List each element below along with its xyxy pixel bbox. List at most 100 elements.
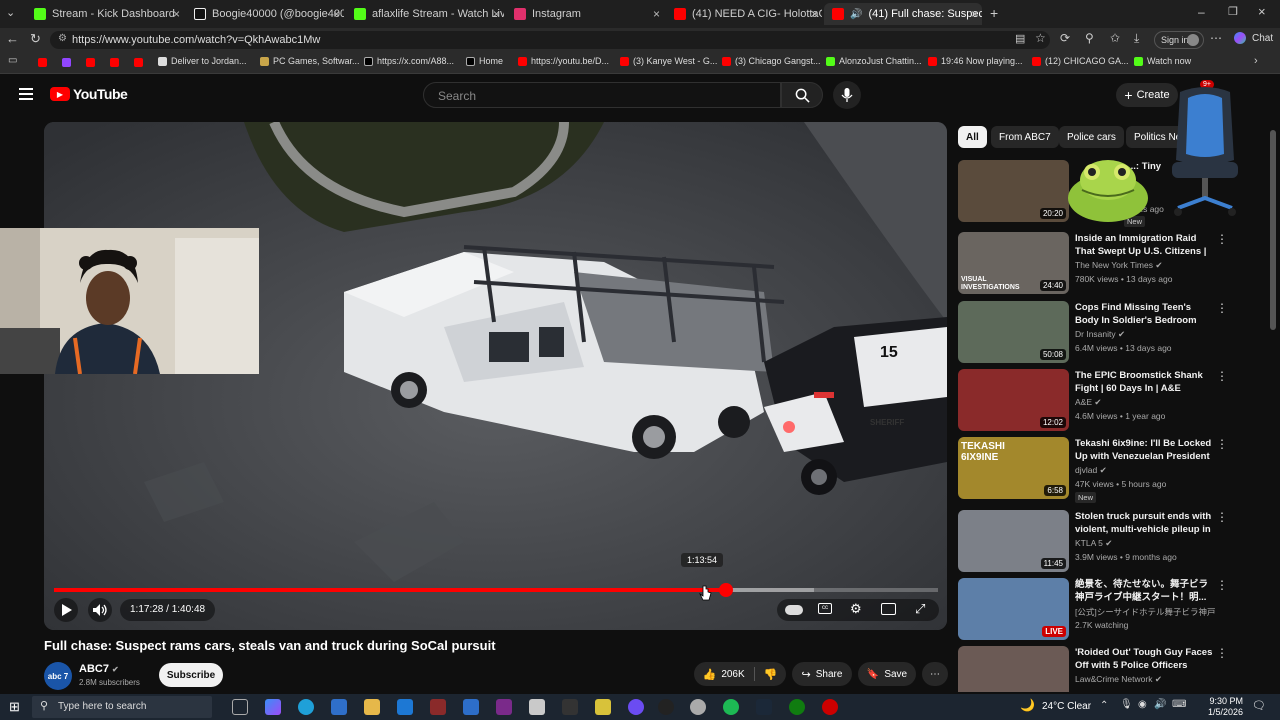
more-options-icon[interactable]: ⋮: [1216, 437, 1228, 451]
notification-center-icon[interactable]: 🗨: [1252, 699, 1266, 712]
game-app-icon[interactable]: [496, 699, 512, 715]
bookmark-watch-now[interactable]: Watch now: [1134, 56, 1191, 66]
youtube-bookmark-icon[interactable]: [38, 58, 47, 67]
recommendation-item[interactable]: 11:45 Stolen truck pursuit ends with vio…: [958, 510, 1270, 574]
search-button[interactable]: [781, 82, 823, 108]
app-icon[interactable]: [628, 699, 644, 715]
share-button[interactable]: ↪ Share: [792, 662, 852, 686]
weather-moon-icon[interactable]: 🌙: [1020, 698, 1035, 712]
bookmark-x-a88[interactable]: https://x.com/A88...: [364, 56, 454, 66]
more-options-icon[interactable]: ⋮: [1216, 369, 1228, 383]
chip-all[interactable]: All: [958, 126, 987, 148]
chip-from-abc7[interactable]: From ABC7: [991, 126, 1059, 148]
bookmark-pc-games[interactable]: PC Games, Softwar...: [260, 56, 360, 66]
app-icon[interactable]: [690, 699, 706, 715]
more-options-icon[interactable]: ⋮: [1216, 578, 1228, 592]
task-view-icon[interactable]: [232, 699, 248, 715]
recommendation-title[interactable]: 'Roided Out' Tough Guy Faces Off with 5 …: [1075, 646, 1215, 672]
recommendation-item[interactable]: TEKASHI 6IX9INE 6:58 Tekashi 6ix9ine: I'…: [958, 437, 1270, 503]
recommendation-title[interactable]: Cops Find Missing Teen's Body In Soldier…: [1075, 301, 1215, 327]
close-icon[interactable]: ×: [333, 7, 340, 21]
twitch-bookmark-icon[interactable]: [62, 58, 71, 67]
spotify-icon[interactable]: [723, 699, 739, 715]
site-info-icon[interactable]: ⚙: [58, 33, 67, 44]
video-thumbnail[interactable]: [958, 646, 1069, 692]
recommendation-channel-row[interactable]: djvlad ✔: [1075, 465, 1107, 476]
bookmark-kanye[interactable]: (3) Kanye West - G...: [620, 56, 717, 66]
refresh-extension-icon[interactable]: ⟳: [1060, 31, 1070, 45]
channel-name-row[interactable]: ABC7 ✔: [79, 663, 119, 675]
youtube-bookmark-icon[interactable]: [134, 58, 143, 67]
network-icon[interactable]: ◉: [1138, 699, 1147, 710]
tab-youtube-full-chase[interactable]: 🔊 (41) Full chase: Suspect rams ×: [824, 3, 982, 25]
video-thumbnail[interactable]: 11:45: [958, 510, 1069, 572]
url-field[interactable]: ⚙ https://www.youtube.com/watch?v=QkhAwa…: [50, 31, 1050, 49]
recommendation-title[interactable]: Tekashi 6ix9ine: I'll Be Locked Up with …: [1075, 437, 1215, 463]
collections-icon[interactable]: ▭: [8, 55, 17, 66]
more-menu-icon[interactable]: ⋯: [1210, 31, 1222, 45]
recommendation-channel-row[interactable]: KTLA 5 ✔: [1075, 538, 1112, 549]
tab-youtube-cig[interactable]: (41) NEED A CIG- HolottaCheese | ×: [666, 3, 822, 25]
miniplayer-icon[interactable]: [881, 603, 896, 615]
chat-label[interactable]: Chat: [1252, 33, 1273, 44]
progress-bar[interactable]: [54, 583, 938, 597]
recommendation-title[interactable]: Inside an Immigration Raid That Swept Up…: [1075, 232, 1215, 258]
more-options-icon[interactable]: ⋮: [1216, 510, 1228, 524]
app-icon[interactable]: [658, 699, 674, 715]
tab-tiktok[interactable]: Boogie40000 (@boogie40000) | Ti ×: [186, 3, 344, 25]
app-icon[interactable]: [595, 699, 611, 715]
subscribe-button[interactable]: Subscribe: [159, 663, 223, 687]
recommendation-item[interactable]: VISUAL INVESTIGATIONS 24:40 Inside an Im…: [958, 232, 1270, 296]
video-thumbnail[interactable]: TEKASHI 6IX9INE 6:58: [958, 437, 1069, 499]
microphone-tray-icon[interactable]: 🎙: [1120, 699, 1133, 710]
recommendation-channel-row[interactable]: [公式]シーサイドホテル舞子ビラ神戸: [1075, 606, 1216, 618]
mail-icon[interactable]: [397, 699, 413, 715]
back-icon[interactable]: ←: [6, 31, 19, 46]
search-input[interactable]: Search: [423, 82, 781, 108]
read-aloud-icon[interactable]: ▤: [1015, 32, 1025, 45]
tray-chevron-icon[interactable]: ⌃: [1100, 700, 1108, 711]
recommendation-channel[interactable]: The New York Times: [1075, 260, 1153, 270]
scrollbar-thumb[interactable]: [1270, 130, 1276, 330]
close-icon[interactable]: ×: [811, 7, 818, 21]
recommendation-title[interactable]: The EPIC Broomstick Shank Fight | 60 Day…: [1075, 369, 1215, 395]
clock-time[interactable]: 9:30 PM: [1207, 696, 1243, 706]
youtube-bookmark-icon[interactable]: [86, 58, 95, 67]
video-thumbnail[interactable]: LIVE: [958, 578, 1069, 640]
video-thumbnail[interactable]: 12:02: [958, 369, 1069, 431]
new-tab-button[interactable]: +: [990, 5, 998, 21]
captions-icon[interactable]: cc: [818, 603, 832, 614]
youtube-logo[interactable]: ▶ YouTube: [50, 86, 128, 102]
app-icon[interactable]: [463, 699, 479, 715]
app-icon[interactable]: [529, 699, 545, 715]
bookmark-x-home[interactable]: Home: [466, 56, 503, 66]
more-options-icon[interactable]: ⋮: [1216, 232, 1228, 246]
recommendation-item[interactable]: 12:02 The EPIC Broomstick Shank Fight | …: [958, 369, 1270, 433]
video-thumbnail[interactable]: 50:08: [958, 301, 1069, 363]
chip-police-cars[interactable]: Police cars: [1059, 126, 1124, 148]
bookmark-youtu-be[interactable]: https://youtu.be/D...: [518, 56, 609, 66]
bookmark-now-playing[interactable]: 19:46 Now playing...: [928, 56, 1023, 66]
autoplay-toggle[interactable]: [785, 605, 803, 615]
close-icon[interactable]: ×: [653, 7, 660, 21]
save-button[interactable]: 🔖 Save: [858, 662, 916, 686]
progress-scrubber[interactable]: [718, 583, 733, 597]
copilot-taskbar-icon[interactable]: [265, 699, 281, 715]
tab-instagram[interactable]: Instagram ×: [506, 3, 664, 25]
tab-aflaxlife-kick[interactable]: aflaxlife Stream - Watch Live on K ×: [346, 3, 504, 25]
game-app-icon[interactable]: [430, 699, 446, 715]
favorites-icon[interactable]: ✩: [1110, 31, 1120, 45]
xbox-icon[interactable]: [789, 699, 805, 715]
volume-tray-icon[interactable]: 🔊: [1154, 699, 1166, 710]
steam-icon[interactable]: [756, 699, 772, 715]
taskbar-search-input[interactable]: ⚲ Type here to search: [32, 696, 212, 718]
recommendation-channel[interactable]: Dr Insanity: [1075, 329, 1116, 339]
youtube-bookmark-icon[interactable]: [110, 58, 119, 67]
recommendation-channel-row[interactable]: Dr Insanity ✔: [1075, 329, 1125, 340]
video-player[interactable]: 15 SHERIFF 1:13:54 1:17:28 / 1:40:48 cc …: [44, 122, 947, 630]
recommendation-channel-row[interactable]: The New York Times ✔: [1075, 260, 1162, 271]
file-explorer-icon[interactable]: [364, 699, 380, 715]
more-options-icon[interactable]: ⋮: [1216, 646, 1228, 660]
bookmark-chicago-ga[interactable]: (12) CHICAGO GA...: [1032, 56, 1129, 66]
video-thumbnail[interactable]: VISUAL INVESTIGATIONS 24:40: [958, 232, 1069, 294]
